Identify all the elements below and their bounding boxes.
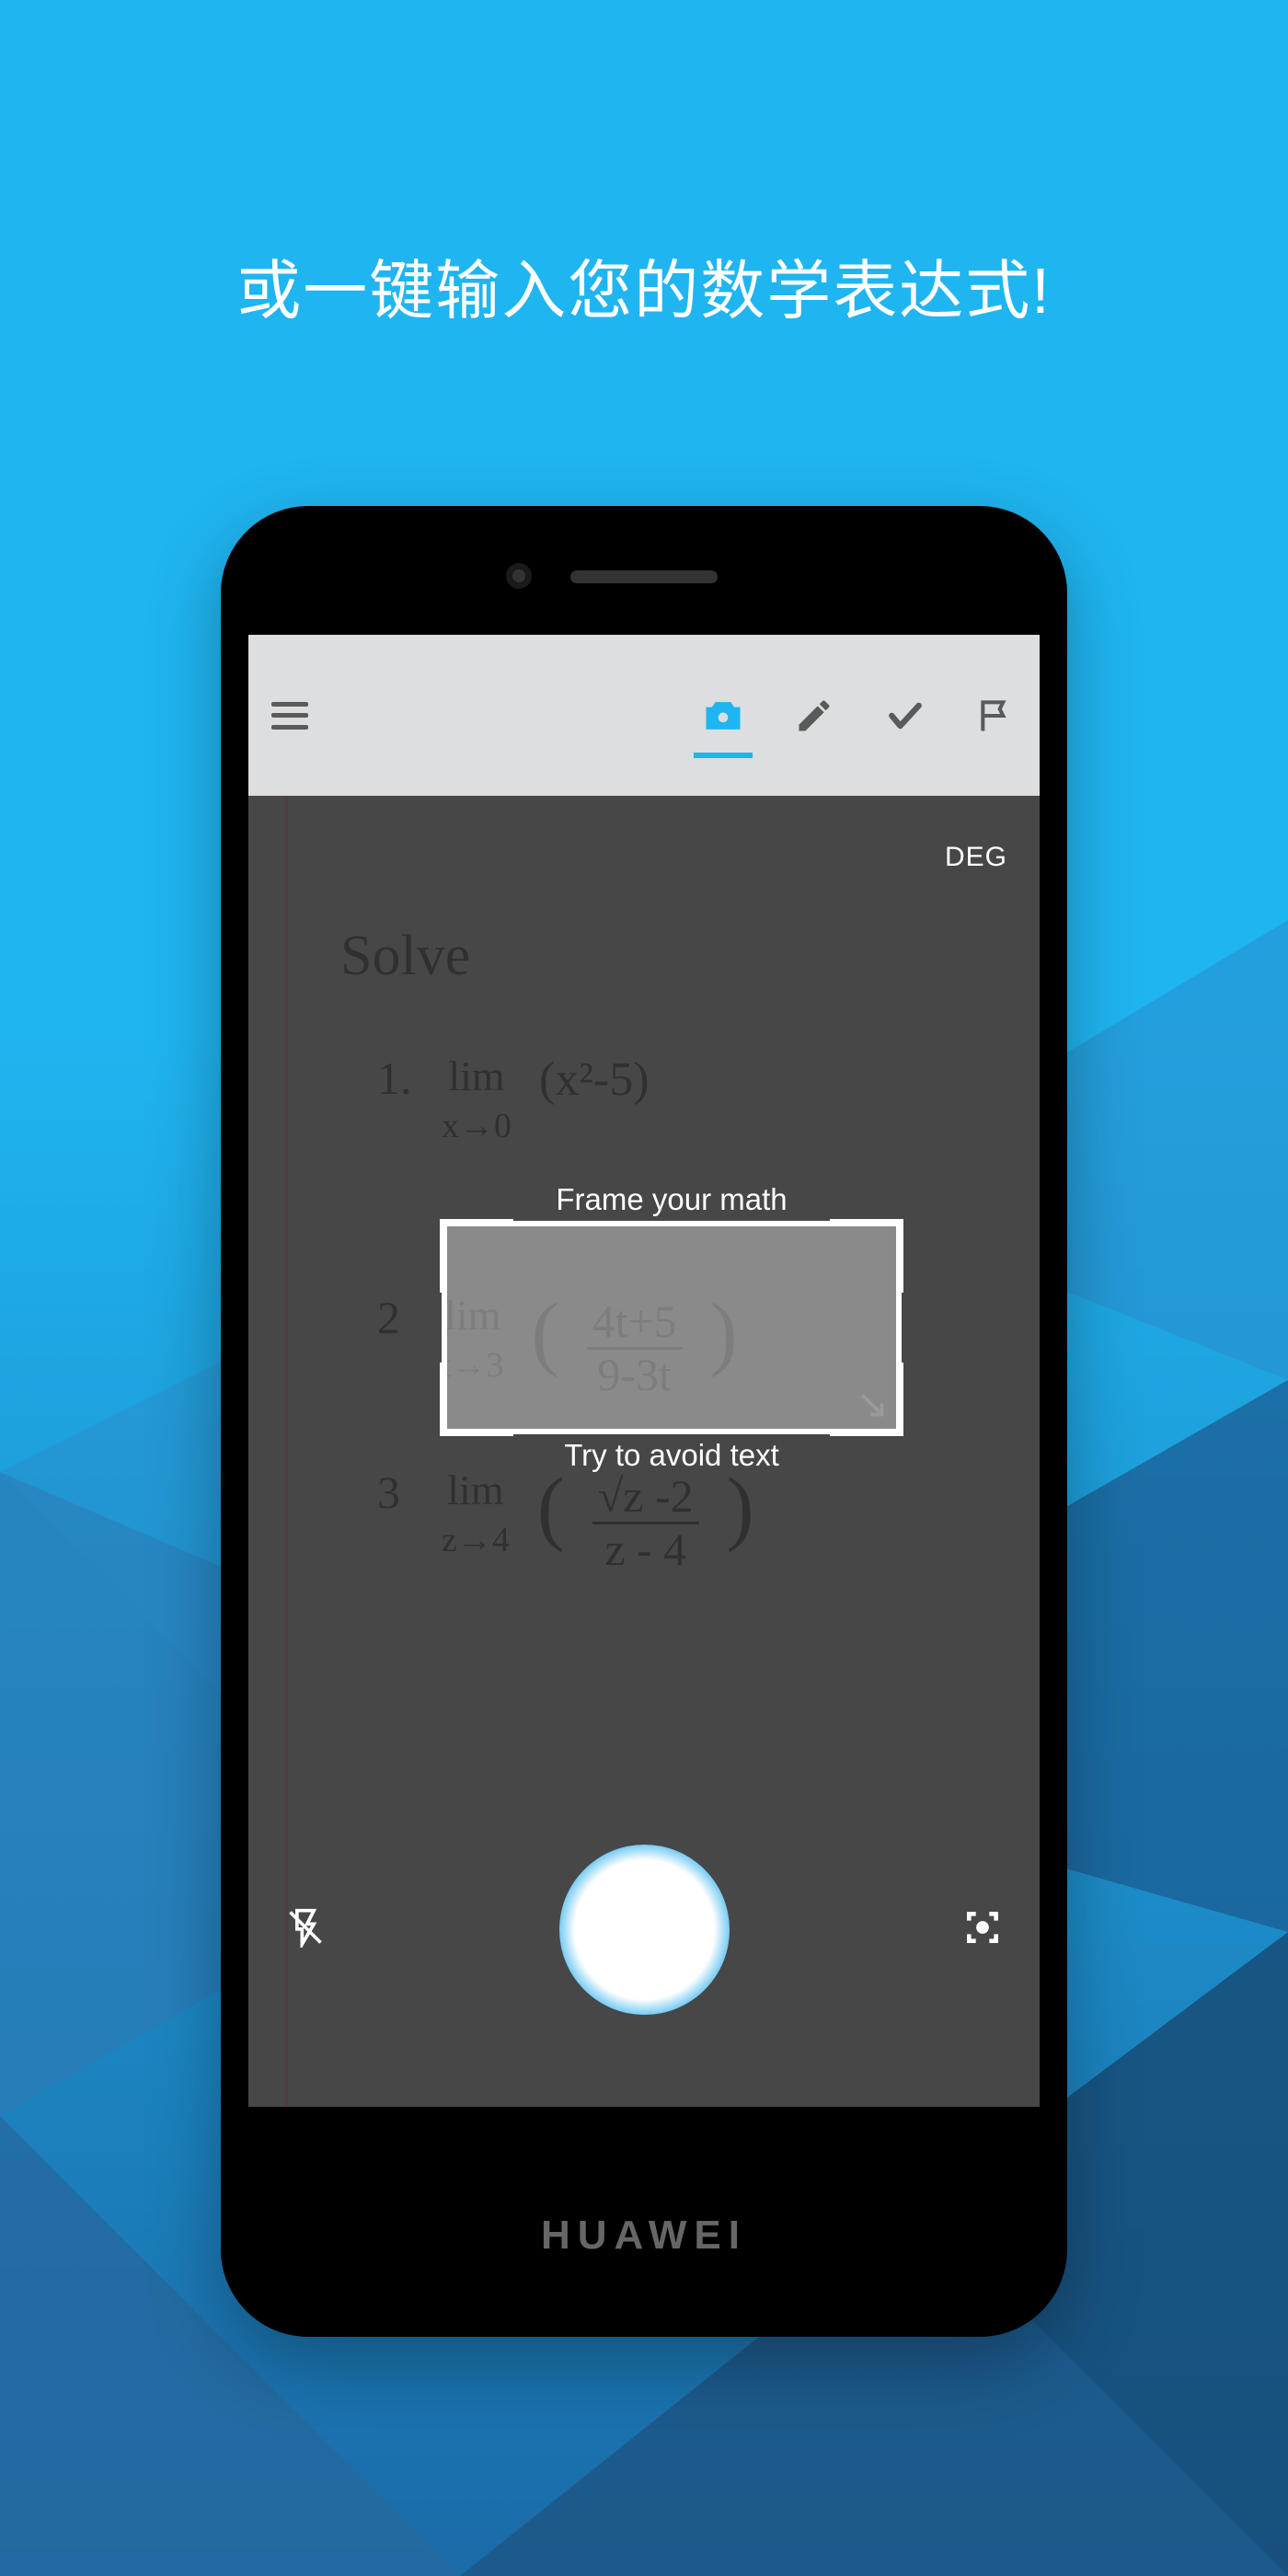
edit-tab[interactable] (794, 696, 834, 736)
active-tab-underline (694, 753, 753, 758)
crop-corner-tr[interactable] (830, 1219, 903, 1293)
promo-headline: 或一键输入您的数学表达式! (0, 239, 1288, 332)
crop-frame[interactable]: Frame your math Try to avoid text (442, 1221, 902, 1434)
crop-corner-tl[interactable] (440, 1219, 513, 1293)
menu-button[interactable] (271, 702, 308, 730)
front-camera-sensor (506, 563, 532, 589)
crop-hint-top: Frame your math (556, 1182, 787, 1217)
shutter-button[interactable] (559, 1845, 730, 2015)
camera-controls-row (248, 1845, 1040, 2015)
app-toolbar (248, 635, 1040, 796)
device-mockup: Solve 1. lim x→0 (x²-5) 2 (221, 506, 1067, 2337)
flag-tab[interactable] (976, 696, 1017, 736)
crop-corner-bl[interactable] (440, 1363, 513, 1436)
camera-tab[interactable] (703, 696, 743, 736)
earpiece-speaker (570, 570, 718, 583)
crop-hint-bottom: Try to avoid text (564, 1438, 779, 1473)
phone-screen: Solve 1. lim x→0 (x²-5) 2 (248, 635, 1040, 2107)
camera-viewport: Solve 1. lim x→0 (x²-5) 2 (248, 796, 1040, 2107)
device-brand-label: HUAWEI (221, 2213, 1067, 2259)
check-tab[interactable] (885, 696, 926, 736)
angle-mode-label[interactable]: DEG (945, 842, 1007, 873)
flash-toggle-button[interactable] (285, 1907, 326, 1952)
resize-handle-icon[interactable] (856, 1388, 889, 1421)
focus-button[interactable] (962, 1907, 1003, 1952)
